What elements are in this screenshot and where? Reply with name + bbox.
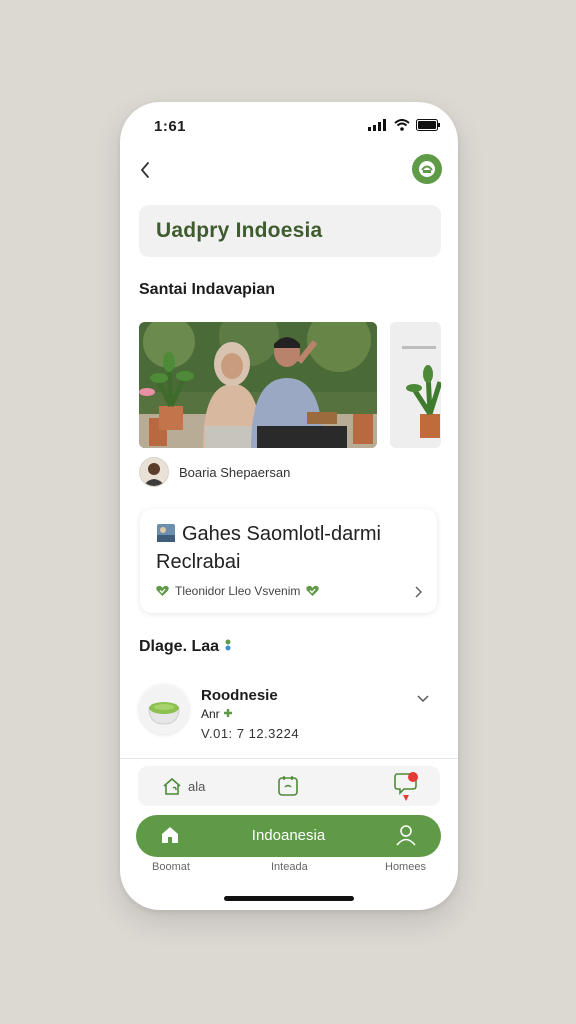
list-title: Dlage. Laa xyxy=(139,638,233,656)
sparkle-icon xyxy=(225,639,231,651)
battery-icon xyxy=(416,119,440,131)
profile-button[interactable] xyxy=(412,154,442,184)
author-row[interactable]: Boaria Shepaersan xyxy=(139,457,290,487)
chevron-right-icon[interactable] xyxy=(411,585,425,599)
secondary-photo[interactable] xyxy=(390,322,441,448)
nav-caption-3[interactable]: Homees xyxy=(385,861,426,873)
nav-caption-1[interactable]: Boomat xyxy=(152,861,190,873)
user-icon[interactable] xyxy=(395,824,417,846)
item-name: Roodnesie xyxy=(201,687,278,704)
back-chevron-icon xyxy=(140,162,149,178)
tool-calendar[interactable] xyxy=(277,772,299,800)
item-subtitle: Anr xyxy=(201,707,233,721)
wifi-icon xyxy=(394,119,410,131)
tool-home-label: ala xyxy=(188,778,206,794)
divider xyxy=(120,758,458,759)
chevron-down-icon[interactable] xyxy=(415,690,431,706)
card-tag-text: Tleonidor Lleo Vsvenim xyxy=(175,584,301,598)
search-value: Uadpry Indoesia xyxy=(156,219,323,242)
home-icon xyxy=(163,777,181,795)
nav-captions: Boomat Inteada Homees xyxy=(120,861,458,877)
list-title-text: Dlage. Laa xyxy=(139,638,220,655)
tool-chat[interactable] xyxy=(394,772,420,801)
list-item[interactable]: Roodnesie Anr V.01: 7 12.3224 xyxy=(139,682,441,754)
product-thumbnail xyxy=(139,684,189,734)
avatar-face-icon xyxy=(140,458,168,486)
article-card[interactable]: Gahes Saomlotl-darmi Reclrabai Tleonidor… xyxy=(140,509,437,613)
heart-icon xyxy=(156,585,169,596)
search-field[interactable]: Uadpry Indoesia xyxy=(139,205,441,257)
plant-illustration xyxy=(390,322,441,448)
nav-caption-2[interactable]: Inteada xyxy=(271,861,308,873)
calendar-icon xyxy=(278,776,298,796)
item-subtitle-text: Anr xyxy=(201,707,220,721)
featured-photo[interactable] xyxy=(139,322,377,448)
home-indicator[interactable] xyxy=(224,896,354,901)
item-date: V.01: 7 12.3224 xyxy=(201,726,300,741)
card-title: Gahes Saomlotl-darmi Reclrabai xyxy=(156,523,381,573)
card-tags: Tleonidor Lleo Vsvenim xyxy=(156,584,320,598)
section-title: Santai Indavapian xyxy=(139,281,276,298)
matcha-bowl-icon xyxy=(139,684,189,734)
phone-screen: 1:61 Uadpry Indoesia Santai Indavapian B… xyxy=(120,102,458,910)
back-button[interactable] xyxy=(134,158,158,182)
status-bar: 1:61 xyxy=(120,102,458,150)
chat-alert-icon xyxy=(394,772,418,801)
signal-icon xyxy=(368,119,386,131)
status-time: 1:61 xyxy=(154,118,187,135)
tool-home[interactable]: ala xyxy=(162,772,205,800)
action-toolbar: ala xyxy=(138,766,440,806)
avatar xyxy=(139,457,169,487)
status-icons xyxy=(368,119,440,131)
author-name: Boaria Shepaersan xyxy=(179,464,291,480)
bottom-nav-bar: Indoanesia xyxy=(136,815,441,857)
couple-with-plants-illustration xyxy=(139,322,377,448)
profile-icon xyxy=(419,161,435,177)
heart-icon xyxy=(306,585,320,596)
leaf-icon xyxy=(224,709,233,717)
